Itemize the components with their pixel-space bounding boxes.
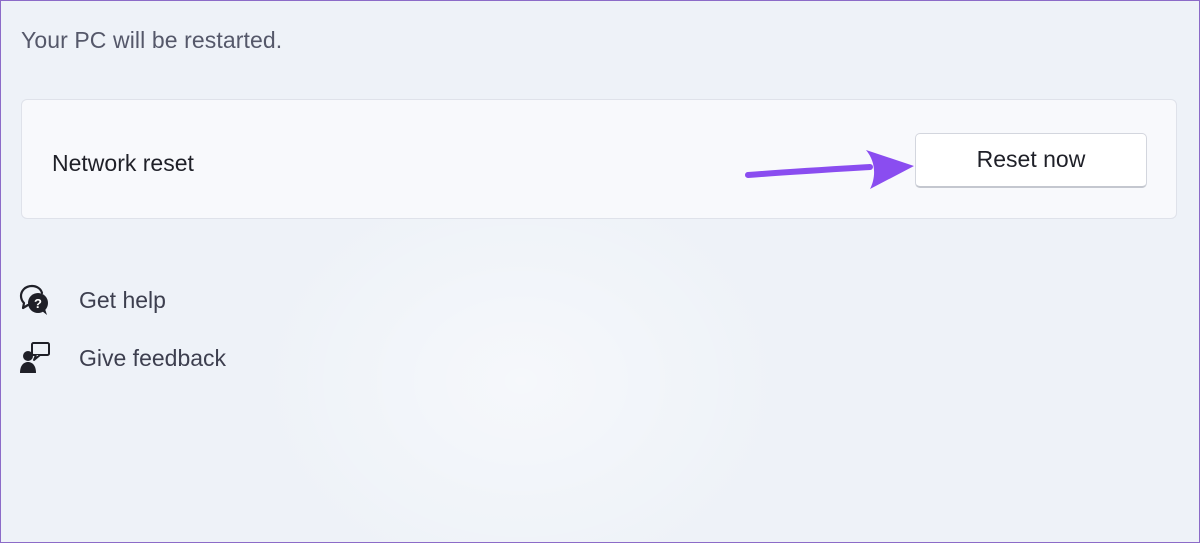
restart-notice: Your PC will be restarted. [21,27,283,53]
give-feedback-link[interactable]: Give feedback [19,341,226,375]
help-chat-icon: ? [19,284,48,315]
pointer-arrow-icon [745,150,914,189]
settings-page: Your PC will be restarted. Network reset… [0,0,1200,543]
network-reset-card: Network reset Reset now [21,99,1177,219]
get-help-label: Get help [79,286,166,313]
give-feedback-label: Give feedback [79,344,227,371]
get-help-link[interactable]: ? Get help [19,283,166,317]
network-reset-title: Network reset [52,150,194,176]
svg-text:?: ? [34,296,42,311]
reset-now-button[interactable]: Reset now [915,133,1147,188]
feedback-person-icon [20,342,50,373]
